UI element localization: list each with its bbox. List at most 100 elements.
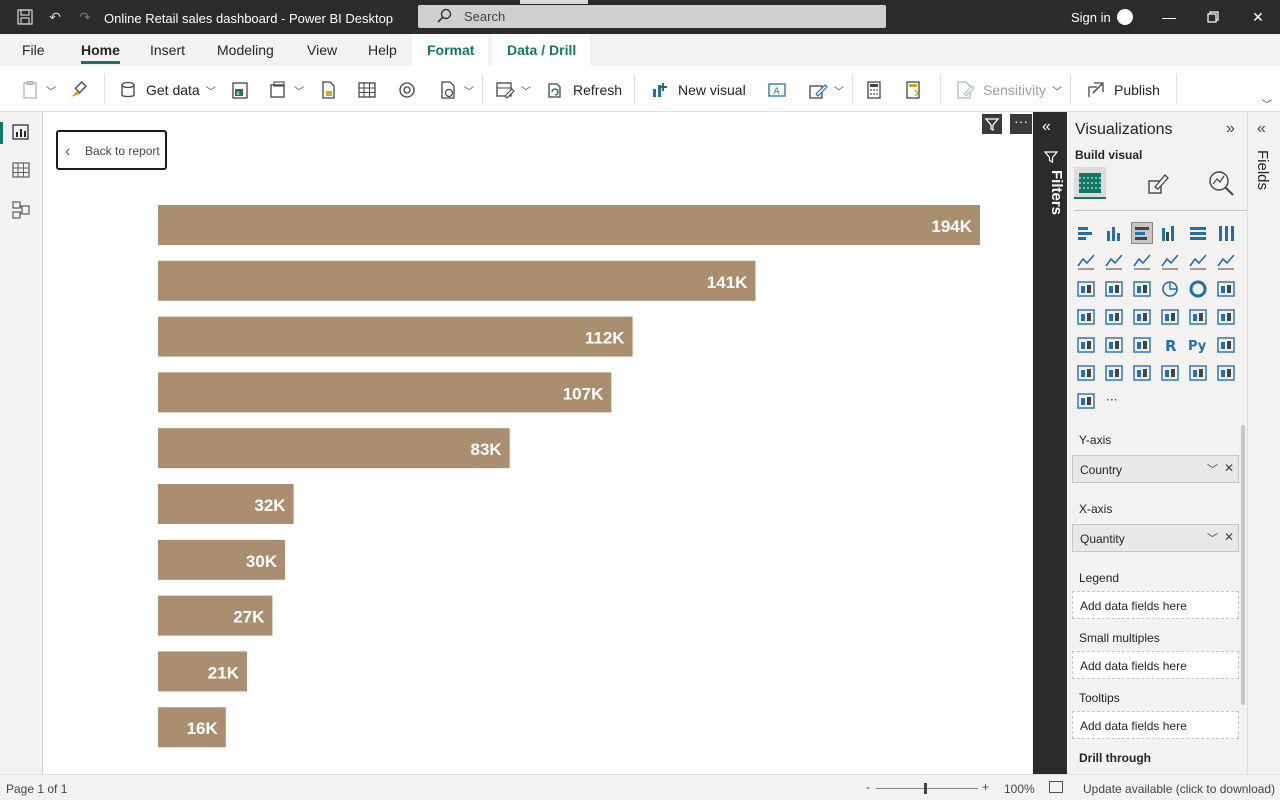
dataverse-button[interactable] bbox=[397, 79, 417, 101]
key-influencers-icon[interactable] bbox=[1215, 334, 1237, 356]
pane-scrollbar[interactable] bbox=[1241, 425, 1245, 705]
build-visual-tab[interactable] bbox=[1074, 167, 1106, 199]
bar-1[interactable] bbox=[158, 260, 756, 301]
y-axis-well[interactable]: Country ﹀ ✕ bbox=[1072, 455, 1239, 483]
recent-sources-button[interactable]: ﹀ bbox=[438, 79, 474, 101]
text-box-button[interactable]: A bbox=[767, 79, 787, 101]
paste-button[interactable]: ﹀ bbox=[20, 79, 56, 101]
remove-field-icon[interactable]: ✕ bbox=[1224, 530, 1234, 544]
tab-view[interactable]: View bbox=[307, 42, 337, 58]
report-view-icon[interactable] bbox=[11, 122, 31, 142]
visual-filter-icon[interactable] bbox=[982, 114, 1002, 134]
tab-help[interactable]: Help bbox=[368, 42, 397, 58]
treemap-icon[interactable] bbox=[1215, 278, 1237, 300]
update-available-link[interactable]: Update available (click to download) bbox=[1083, 782, 1275, 796]
ribbon-chart-icon[interactable] bbox=[1215, 250, 1237, 272]
tab-home[interactable]: Home bbox=[81, 42, 120, 64]
sql-server-button[interactable] bbox=[318, 79, 338, 101]
back-to-report-button[interactable]: ‹ Back to report bbox=[56, 130, 167, 170]
enter-data-button[interactable] bbox=[357, 79, 377, 101]
analytics-tab[interactable] bbox=[1205, 167, 1237, 199]
fields-pane[interactable]: « Fields bbox=[1248, 112, 1280, 774]
tab-format[interactable]: Format bbox=[427, 42, 474, 58]
pie-chart-icon[interactable] bbox=[1159, 278, 1181, 300]
filled-map-icon[interactable] bbox=[1103, 306, 1125, 328]
dataflows-button[interactable]: ﹀ bbox=[268, 79, 304, 101]
report-canvas[interactable]: 194K 141K 112K 107K 83K 32K 30K 27K 21K 16K ‹ Bac… bbox=[42, 112, 1032, 774]
area-chart-icon[interactable] bbox=[1103, 250, 1125, 272]
multi-row-card-icon[interactable] bbox=[1187, 306, 1209, 328]
zoom-slider[interactable] bbox=[876, 788, 978, 789]
slicer-icon[interactable] bbox=[1075, 334, 1097, 356]
power-automate-icon[interactable] bbox=[1075, 390, 1097, 412]
waterfall-chart-icon[interactable] bbox=[1075, 278, 1097, 300]
line-chart-icon[interactable] bbox=[1075, 250, 1097, 272]
sign-in-link[interactable]: Sign in bbox=[1071, 10, 1111, 25]
undo-icon[interactable]: ↶ bbox=[46, 8, 64, 26]
bar-4[interactable] bbox=[158, 428, 510, 469]
double-chevron-left-icon[interactable]: « bbox=[1257, 120, 1266, 138]
refresh-button[interactable]: Refresh bbox=[545, 79, 622, 101]
double-chevron-left-icon[interactable]: « bbox=[1042, 118, 1051, 136]
card-icon[interactable] bbox=[1159, 306, 1181, 328]
qa-icon[interactable] bbox=[1103, 362, 1125, 384]
table-view-icon[interactable] bbox=[11, 160, 31, 180]
chevron-down-icon[interactable]: ﹀ bbox=[1207, 461, 1218, 477]
format-visual-tab[interactable] bbox=[1141, 167, 1173, 199]
smart-narrative-icon[interactable] bbox=[1131, 362, 1153, 384]
model-view-icon[interactable] bbox=[11, 200, 31, 220]
100-stacked-bar-chart-icon[interactable] bbox=[1187, 222, 1209, 244]
new-measure-button[interactable] bbox=[864, 79, 884, 101]
zoom-in-button[interactable]: + bbox=[982, 780, 989, 794]
zoom-slider-thumb[interactable] bbox=[924, 783, 927, 794]
format-painter-button[interactable] bbox=[68, 79, 88, 101]
search-box[interactable]: Search bbox=[418, 0, 886, 28]
double-chevron-right-icon[interactable]: » bbox=[1226, 120, 1235, 138]
restore-icon[interactable] bbox=[1205, 9, 1221, 25]
table-visual-icon[interactable] bbox=[1103, 334, 1125, 356]
filters-pane[interactable]: « Filters bbox=[1033, 112, 1067, 774]
decomposition-tree-icon[interactable] bbox=[1075, 362, 1097, 384]
chevron-down-icon[interactable]: ﹀ bbox=[1207, 530, 1218, 546]
x-axis-well[interactable]: Quantity ﹀ ✕ bbox=[1072, 524, 1239, 552]
sensitivity-button[interactable]: Sensitivity ﹀ bbox=[955, 79, 1062, 101]
more-options-icon[interactable]: ··· bbox=[1010, 114, 1032, 134]
get-data-button[interactable]: Get data ﹀ bbox=[118, 79, 216, 101]
stacked-bar-chart-icon[interactable] bbox=[1075, 222, 1097, 244]
metrics-icon[interactable] bbox=[1159, 362, 1181, 384]
new-visual-button[interactable]: New visual bbox=[650, 79, 746, 101]
matrix-icon[interactable] bbox=[1131, 334, 1153, 356]
avatar[interactable] bbox=[1117, 9, 1133, 25]
paginated-report-icon[interactable] bbox=[1187, 362, 1209, 384]
legend-well[interactable]: Add data fields here bbox=[1072, 591, 1239, 619]
more-visuals-button[interactable]: ﹀ bbox=[808, 79, 844, 101]
fit-to-page-icon[interactable] bbox=[1049, 781, 1063, 793]
excel-button[interactable]: x bbox=[230, 79, 250, 101]
stacked-area-chart-icon[interactable] bbox=[1131, 250, 1153, 272]
r-script-icon[interactable]: R bbox=[1159, 334, 1181, 356]
tab-file[interactable]: File bbox=[22, 42, 45, 58]
more-visuals-icon[interactable]: ··· bbox=[1103, 390, 1125, 412]
line-clustered-column-chart-icon[interactable] bbox=[1187, 250, 1209, 272]
remove-field-icon[interactable]: ✕ bbox=[1224, 461, 1234, 475]
stacked-column-chart-icon[interactable] bbox=[1103, 222, 1125, 244]
gauge-icon[interactable] bbox=[1131, 306, 1153, 328]
100-stacked-column-chart-icon[interactable] bbox=[1215, 222, 1237, 244]
line-column-chart-icon[interactable] bbox=[1159, 250, 1181, 272]
quick-measure-button[interactable] bbox=[903, 79, 923, 101]
power-apps-icon[interactable] bbox=[1215, 362, 1237, 384]
ribbon-collapse-button[interactable]: ﹀ bbox=[1262, 92, 1272, 114]
clustered-bar-chart-icon[interactable] bbox=[1131, 222, 1153, 244]
map-icon[interactable] bbox=[1075, 306, 1097, 328]
python-visual-icon[interactable]: Py bbox=[1187, 334, 1209, 356]
bar-2[interactable] bbox=[158, 316, 633, 357]
funnel-chart-icon[interactable] bbox=[1103, 278, 1125, 300]
minimize-icon[interactable]: — bbox=[1161, 9, 1177, 25]
tab-insert[interactable]: Insert bbox=[150, 42, 185, 58]
redo-icon[interactable]: ↷ bbox=[76, 8, 94, 26]
bar-chart[interactable]: 194K 141K 112K 107K 83K 32K 30K 27K 21K 16K bbox=[43, 112, 1033, 774]
bar-0[interactable] bbox=[158, 205, 980, 245]
tab-data-drill[interactable]: Data / Drill bbox=[507, 42, 576, 58]
donut-chart-icon[interactable] bbox=[1187, 278, 1209, 300]
scatter-chart-icon[interactable] bbox=[1131, 278, 1153, 300]
